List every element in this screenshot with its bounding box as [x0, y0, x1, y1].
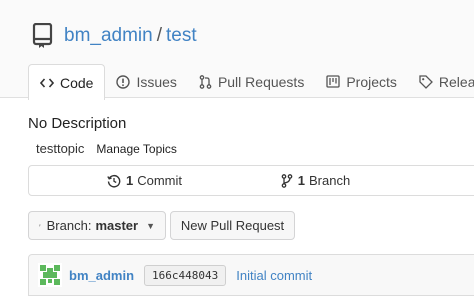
commits-count: 1 [125, 173, 134, 188]
tab-releases[interactable]: Releases [408, 64, 474, 99]
topic-tag[interactable]: testtopic [36, 141, 84, 156]
tag-icon [419, 74, 433, 89]
commits-stat[interactable]: 1 Commit [29, 166, 230, 195]
branch-icon [39, 224, 41, 227]
manage-topics-link[interactable]: Manage Topics [96, 142, 177, 156]
tab-projects[interactable]: Projects [315, 64, 408, 99]
branch-icon [281, 173, 293, 188]
tab-code[interactable]: Code [28, 64, 106, 100]
branch-dropdown-button[interactable]: Branch: master ▼ [28, 211, 166, 240]
tab-issues[interactable]: Issues [105, 64, 187, 99]
tab-issues-label: Issues [136, 73, 177, 90]
latest-commit-bar: bm_admin 166c448043 Initial commit [28, 254, 474, 296]
issue-icon [116, 74, 131, 89]
history-icon [107, 174, 121, 187]
commit-message-link[interactable]: Initial commit [236, 268, 312, 283]
branches-label: Branch [309, 173, 351, 188]
caret-down-icon: ▼ [146, 220, 155, 231]
branches-count: 1 [297, 173, 306, 188]
tab-pull-requests-label: Pull Requests [217, 73, 305, 90]
tab-code-label: Code [60, 74, 94, 91]
path-separator: / [156, 25, 162, 46]
avatar[interactable] [38, 263, 62, 287]
repo-title: bm_admin / test [32, 22, 197, 50]
commit-sha-button[interactable]: 166c448043 [144, 264, 227, 286]
repo-icon [32, 23, 53, 48]
tab-projects-label: Projects [346, 73, 397, 90]
commits-label: Commit [137, 173, 182, 188]
tab-releases-label: Releases [438, 73, 474, 90]
repo-owner-link[interactable]: bm_admin [64, 25, 153, 47]
repo-tabs: Code Issues Pull Requests Projects Relea [28, 64, 474, 100]
repo-stats-bar: 1 Commit 1 Branch [28, 165, 474, 196]
branch-prefix-label: Branch: [46, 218, 92, 233]
branches-stat[interactable]: 1 Branch [230, 166, 474, 195]
repo-name-link[interactable]: test [166, 25, 197, 47]
new-pull-request-button[interactable]: New Pull Request [170, 211, 295, 240]
pull-request-icon [199, 74, 212, 89]
topics-row: testtopic Manage Topics [36, 141, 177, 156]
branch-name: master [95, 218, 139, 233]
commit-author-link[interactable]: bm_admin [69, 268, 134, 283]
project-icon [326, 75, 340, 88]
tab-pull-requests[interactable]: Pull Requests [188, 64, 315, 99]
repo-description: No Description [28, 115, 127, 132]
code-icon [40, 77, 54, 88]
